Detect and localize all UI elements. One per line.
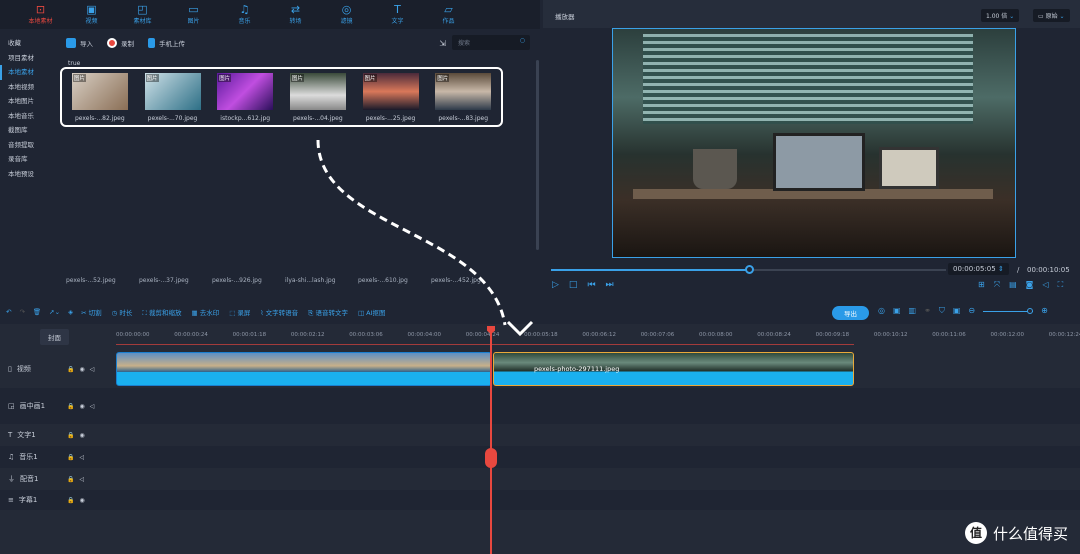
watermark: 值什么值得买 xyxy=(964,522,1068,544)
watermark-text: 什么值得买 xyxy=(992,524,1068,543)
drag-arrow-annotation xyxy=(316,139,534,337)
watermark-logo: 值 xyxy=(964,522,987,544)
